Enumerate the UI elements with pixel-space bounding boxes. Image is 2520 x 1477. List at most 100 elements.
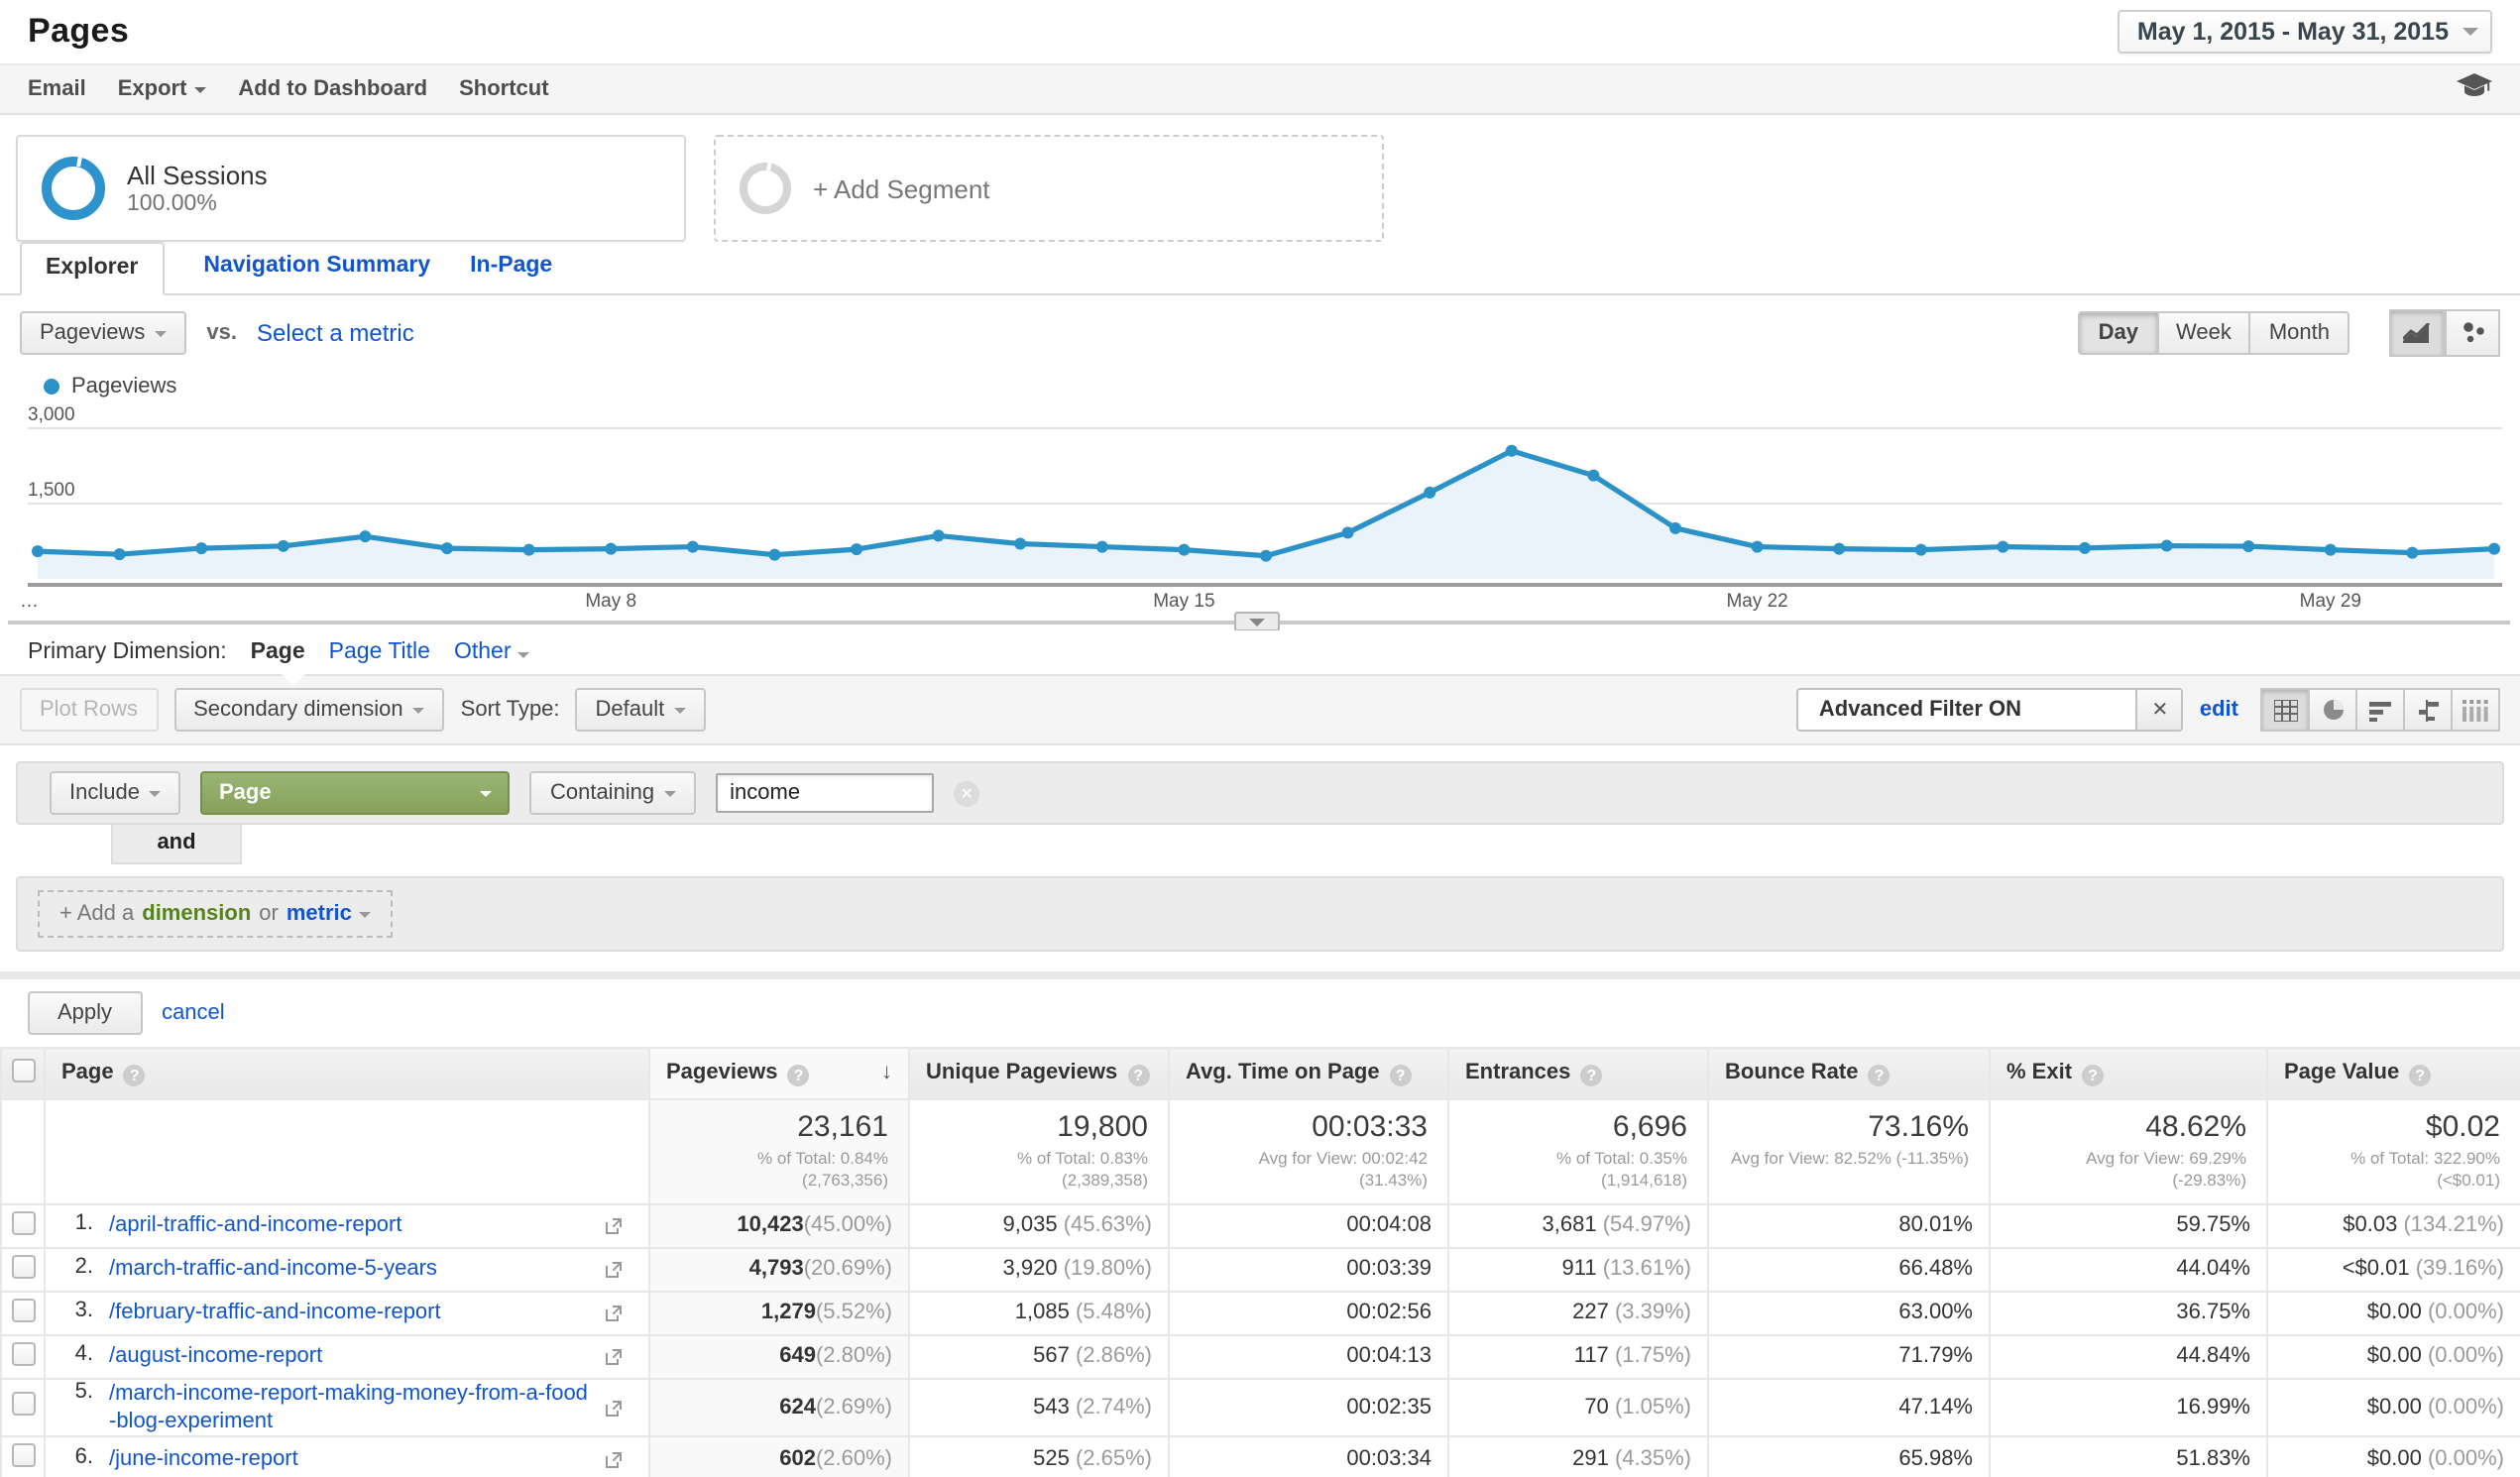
plot-rows-button[interactable]: Plot Rows bbox=[20, 688, 158, 732]
include-exclude-dropdown[interactable]: Include bbox=[50, 771, 181, 815]
external-link-icon[interactable] bbox=[605, 1451, 623, 1475]
filter-value-input[interactable] bbox=[716, 773, 934, 813]
dimension-link[interactable]: dimension bbox=[142, 902, 251, 926]
help-icon[interactable]: ? bbox=[788, 1065, 810, 1086]
page-link[interactable]: /march-traffic-and-income-5-years bbox=[109, 1255, 437, 1284]
col-header-page[interactable]: Page? bbox=[45, 1048, 649, 1099]
granularity-month[interactable]: Month bbox=[2249, 311, 2349, 355]
external-link-icon[interactable] bbox=[605, 1261, 623, 1285]
col-header-page-value[interactable]: Page Value? bbox=[2267, 1048, 2520, 1099]
granularity-week[interactable]: Week bbox=[2156, 311, 2251, 355]
page-link[interactable]: /june-income-report bbox=[109, 1444, 298, 1473]
shortcut-button[interactable]: Shortcut bbox=[459, 77, 548, 101]
col-header-unique-pageviews[interactable]: Unique Pageviews? bbox=[909, 1048, 1169, 1099]
page-link[interactable]: /august-income-report bbox=[109, 1342, 322, 1371]
col-header-bounce-rate[interactable]: Bounce Rate? bbox=[1708, 1048, 1990, 1099]
data-point[interactable] bbox=[278, 540, 289, 552]
data-point[interactable] bbox=[1997, 541, 2008, 553]
tab-explorer[interactable]: Explorer bbox=[20, 242, 164, 295]
external-link-icon[interactable] bbox=[605, 1217, 623, 1241]
cancel-link[interactable]: cancel bbox=[162, 1001, 225, 1025]
apply-button[interactable]: Apply bbox=[28, 991, 142, 1035]
percentage-view-icon[interactable] bbox=[2308, 688, 2357, 732]
help-icon[interactable]: ? bbox=[1390, 1065, 1412, 1086]
data-point[interactable] bbox=[1915, 544, 1927, 556]
add-segment-button[interactable]: + Add Segment bbox=[714, 135, 1384, 242]
help-icon[interactable]: ? bbox=[1580, 1065, 1602, 1086]
data-point[interactable] bbox=[1833, 543, 1845, 555]
row-checkbox[interactable] bbox=[11, 1254, 35, 1278]
motion-chart-icon[interactable] bbox=[2445, 309, 2500, 357]
edit-filter-link[interactable]: edit bbox=[2200, 698, 2238, 722]
data-point[interactable] bbox=[441, 542, 453, 554]
filter-field-dropdown[interactable]: Page bbox=[201, 771, 511, 815]
granularity-day[interactable]: Day bbox=[2079, 311, 2158, 355]
col-header-pct-exit[interactable]: % Exit? bbox=[1990, 1048, 2267, 1099]
data-point[interactable] bbox=[1669, 522, 1681, 534]
col-header-entrances[interactable]: Entrances? bbox=[1448, 1048, 1708, 1099]
row-checkbox[interactable] bbox=[11, 1210, 35, 1234]
pivot-view-icon[interactable] bbox=[2451, 688, 2500, 732]
external-link-icon[interactable] bbox=[605, 1400, 623, 1423]
row-checkbox[interactable] bbox=[11, 1444, 35, 1468]
data-point[interactable] bbox=[1506, 445, 1518, 457]
data-point[interactable] bbox=[1014, 538, 1026, 550]
help-icon[interactable]: ? bbox=[2409, 1065, 2431, 1086]
add-to-dashboard-button[interactable]: Add to Dashboard bbox=[238, 77, 427, 101]
table-view-icon[interactable] bbox=[2260, 688, 2310, 732]
line-chart-icon[interactable] bbox=[2389, 309, 2445, 357]
data-point[interactable] bbox=[1342, 526, 1354, 538]
dimension-page-title[interactable]: Page Title bbox=[329, 640, 430, 664]
select-metric-link[interactable]: Select a metric bbox=[257, 319, 414, 347]
data-point[interactable] bbox=[605, 543, 617, 555]
help-icon[interactable]: ? bbox=[124, 1065, 146, 1086]
metric-dropdown[interactable]: Pageviews bbox=[20, 311, 186, 355]
col-header-avg-time[interactable]: Avg. Time on Page? bbox=[1169, 1048, 1448, 1099]
data-point[interactable] bbox=[2325, 544, 2337, 556]
data-point[interactable] bbox=[933, 529, 945, 541]
date-range-picker[interactable]: May 1, 2015 - May 31, 2015 bbox=[2118, 10, 2492, 54]
email-button[interactable]: Email bbox=[28, 77, 86, 101]
comparison-view-icon[interactable] bbox=[2403, 688, 2453, 732]
data-point[interactable] bbox=[2161, 540, 2173, 552]
data-point[interactable] bbox=[359, 530, 371, 542]
data-point[interactable] bbox=[1260, 550, 1272, 562]
external-link-icon[interactable] bbox=[605, 1348, 623, 1372]
segment-all-sessions[interactable]: All Sessions 100.00% bbox=[16, 135, 686, 242]
data-point[interactable] bbox=[851, 543, 862, 555]
col-header-pageviews[interactable]: Pageviews?↓ bbox=[649, 1048, 909, 1099]
row-checkbox[interactable] bbox=[11, 1341, 35, 1365]
external-link-icon[interactable] bbox=[605, 1305, 623, 1328]
help-icon[interactable]: ? bbox=[1127, 1065, 1149, 1086]
sort-type-dropdown[interactable]: Default bbox=[576, 688, 707, 732]
data-point[interactable] bbox=[195, 542, 207, 554]
page-link[interactable]: /march-income-report-making-money-from-a… bbox=[109, 1379, 593, 1435]
data-point[interactable] bbox=[687, 541, 699, 553]
row-checkbox[interactable] bbox=[11, 1298, 35, 1321]
pageviews-chart[interactable]: 1,5003,000May 8May 15May 22May 29… bbox=[0, 400, 2520, 630]
export-button[interactable]: Export bbox=[118, 77, 207, 101]
education-cap-icon[interactable] bbox=[2457, 73, 2492, 105]
data-point[interactable] bbox=[1587, 470, 1599, 482]
match-type-dropdown[interactable]: Containing bbox=[530, 771, 696, 815]
data-point[interactable] bbox=[1178, 544, 1190, 556]
data-point[interactable] bbox=[523, 544, 535, 556]
data-point[interactable] bbox=[1096, 541, 1108, 553]
data-point[interactable] bbox=[114, 548, 126, 560]
data-point[interactable] bbox=[1752, 541, 1764, 553]
help-icon[interactable]: ? bbox=[2082, 1065, 2104, 1086]
add-dimension-or-metric-button[interactable]: + Add a dimension or metric bbox=[38, 890, 394, 938]
secondary-dimension-dropdown[interactable]: Secondary dimension bbox=[173, 688, 445, 732]
select-all-checkbox[interactable] bbox=[11, 1059, 35, 1082]
help-icon[interactable]: ? bbox=[1869, 1065, 1890, 1086]
dimension-page[interactable]: Page bbox=[251, 640, 305, 664]
performance-view-icon[interactable] bbox=[2355, 688, 2405, 732]
data-point[interactable] bbox=[1424, 487, 1435, 499]
data-point[interactable] bbox=[2488, 543, 2500, 555]
tab-navigation-summary[interactable]: Navigation Summary bbox=[203, 254, 430, 293]
remove-condition-icon[interactable]: ✕ bbox=[954, 780, 979, 806]
data-point[interactable] bbox=[2406, 547, 2418, 559]
data-point[interactable] bbox=[32, 545, 44, 557]
tab-in-page[interactable]: In-Page bbox=[470, 254, 552, 293]
dimension-other[interactable]: Other bbox=[454, 640, 529, 664]
